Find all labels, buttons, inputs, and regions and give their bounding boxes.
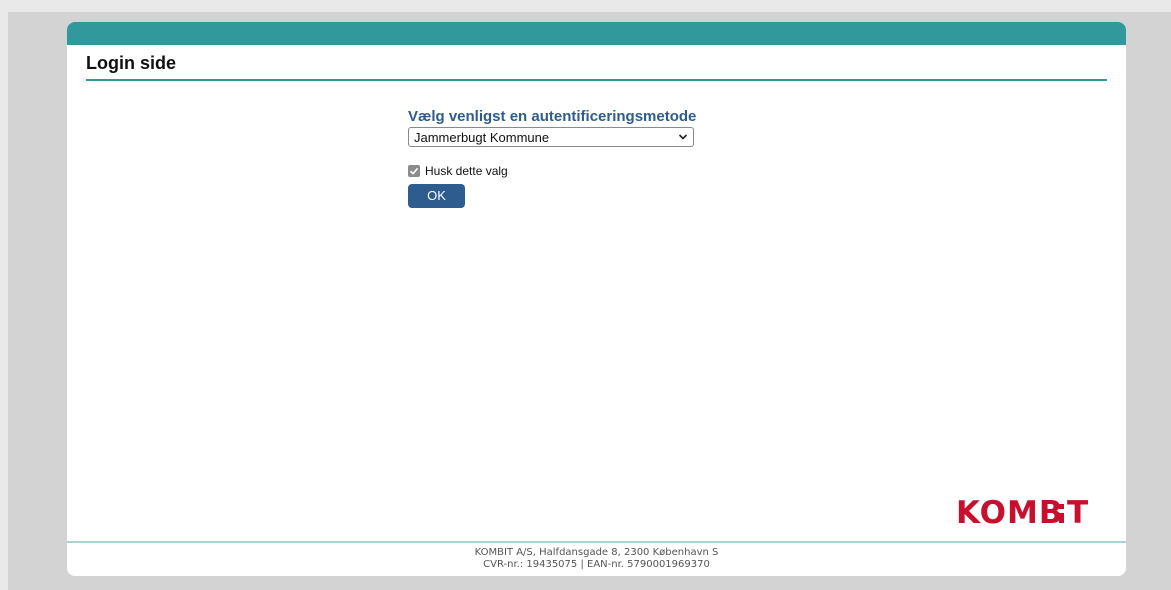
footer-divider — [67, 541, 1126, 543]
svg-text:T: T — [1067, 496, 1089, 528]
form-heading: Vælg venligst en autentificeringsmetode — [408, 108, 697, 125]
auth-method-select[interactable]: Jammerbugt Kommune — [408, 127, 694, 147]
selected-auth-method: Jammerbugt Kommune — [414, 130, 550, 145]
remember-choice-label[interactable]: Husk dette valg — [425, 164, 508, 178]
kombit-logo-mark: KOMB T — [956, 495, 1089, 531]
login-card: Login side Vælg venligst en autentificer… — [67, 22, 1126, 576]
footer: KOMBIT A/S, Halfdansgade 8, 2300 Københa… — [67, 547, 1126, 571]
footer-address: KOMBIT A/S, Halfdansgade 8, 2300 Københa… — [474, 547, 719, 558]
chevron-down-icon — [678, 134, 688, 140]
title-divider — [86, 79, 1107, 81]
footer-registration: CVR-nr.: 19435075 | EAN-nr. 579000196937… — [483, 559, 710, 570]
auth-method-form: Vælg venligst en autentificeringsmetode … — [408, 108, 708, 208]
checkmark-icon — [409, 167, 419, 175]
remember-choice-checkbox[interactable] — [408, 165, 420, 177]
remember-choice-row: Husk dette valg — [408, 163, 708, 179]
svg-text:KOMB: KOMB — [956, 496, 1063, 528]
top-bar — [67, 22, 1126, 45]
ok-button[interactable]: OK — [408, 184, 465, 208]
page-title: Login side — [86, 53, 176, 73]
kombit-logo: KOMB T — [956, 495, 1098, 536]
